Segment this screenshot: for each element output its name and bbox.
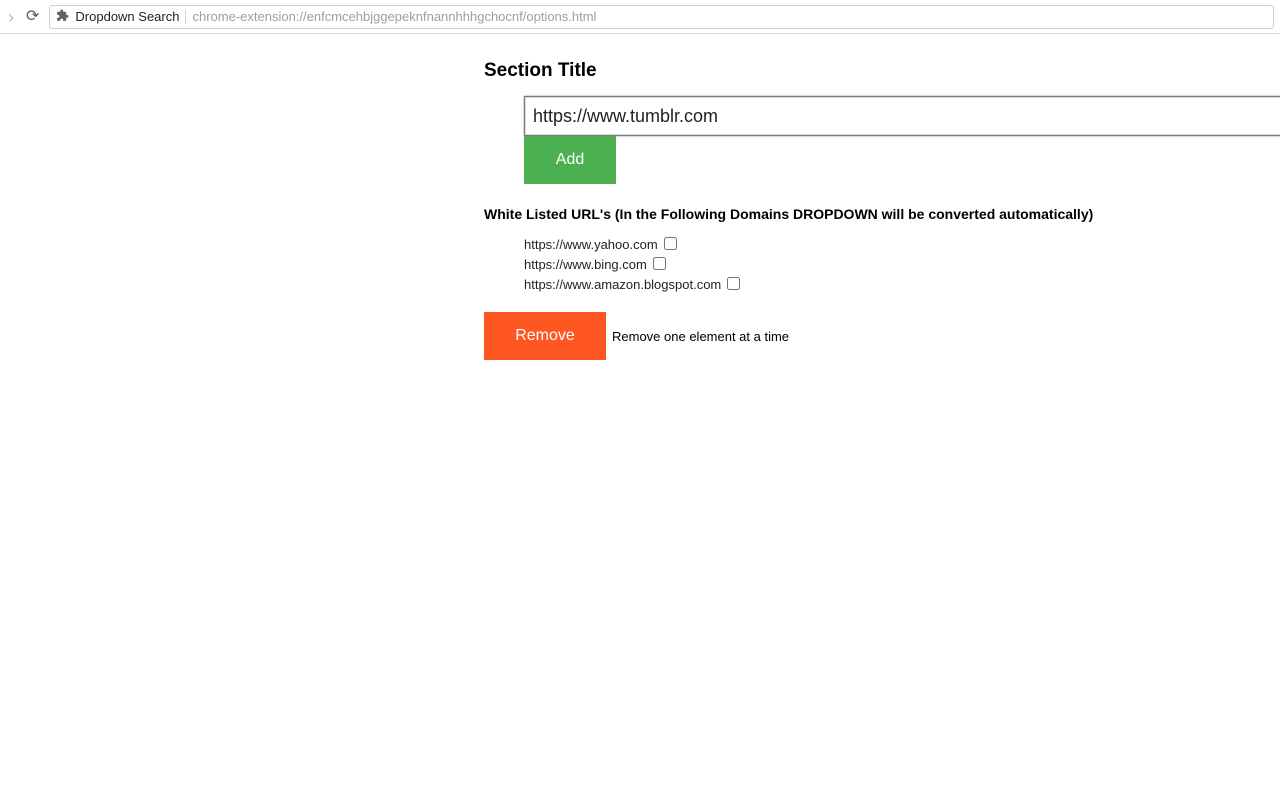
remove-hint: Remove one element at a time	[612, 329, 789, 344]
page-title: Section Title	[484, 60, 1280, 82]
remove-row: Remove Remove one element at a time	[484, 312, 1280, 360]
page-url: chrome-extension://enfcmcehbjggepeknfnan…	[192, 9, 596, 24]
reload-icon[interactable]: ⟳	[22, 9, 43, 25]
add-button[interactable]: Add	[524, 136, 616, 184]
list-item: https://www.bing.com	[524, 254, 1280, 274]
list-item-label: https://www.yahoo.com	[524, 237, 658, 252]
whitelist-heading: White Listed URL's (In the Following Dom…	[484, 206, 1280, 222]
options-page: Section Title Add White Listed URL's (In…	[0, 34, 1280, 360]
list-item: https://www.amazon.blogspot.com	[524, 274, 1280, 294]
list-item: https://www.yahoo.com	[524, 234, 1280, 254]
list-item-checkbox[interactable]	[727, 277, 740, 290]
url-input-row	[524, 96, 1280, 136]
list-item-checkbox[interactable]	[664, 237, 677, 250]
list-item-checkbox[interactable]	[653, 257, 666, 270]
list-item-label: https://www.bing.com	[524, 257, 647, 272]
extension-icon	[56, 9, 69, 25]
address-separator	[185, 10, 186, 24]
url-input[interactable]	[524, 96, 1280, 136]
extension-name: Dropdown Search	[75, 9, 179, 24]
address-bar[interactable]: Dropdown Search chrome-extension://enfcm…	[49, 5, 1274, 29]
whitelist: https://www.yahoo.com https://www.bing.c…	[524, 234, 1280, 294]
browser-toolbar: › ⟳ Dropdown Search chrome-extension://e…	[0, 0, 1280, 34]
remove-button[interactable]: Remove	[484, 312, 606, 360]
forward-icon[interactable]: ›	[6, 8, 16, 26]
list-item-label: https://www.amazon.blogspot.com	[524, 277, 721, 292]
